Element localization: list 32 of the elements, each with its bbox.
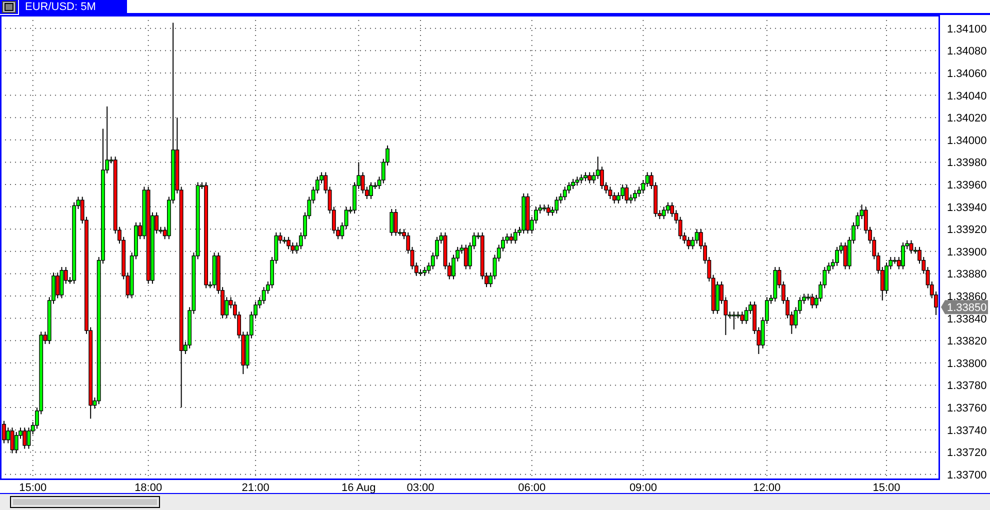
time-axis-label: 12:00 — [753, 482, 781, 493]
price-axis-label: 1.33740 — [947, 424, 987, 437]
price-axis-label: 1.33940 — [947, 202, 987, 214]
price-axis-label: 1.33780 — [947, 380, 987, 392]
time-axis-label: 18:00 — [134, 482, 162, 493]
time-axis-label: 03:00 — [406, 482, 434, 493]
price-axis-label: 1.33720 — [947, 447, 987, 460]
price-axis-label: 1.33820 — [947, 336, 987, 348]
price-axis-label: 1.34060 — [947, 68, 987, 80]
time-axis-label: 16 Aug — [342, 482, 376, 493]
price-axis-label: 1.33920 — [947, 224, 987, 236]
time-axis-label: 15:00 — [872, 482, 900, 493]
price-axis-label: 1.34080 — [947, 46, 987, 58]
price-axis-label: 1.33760 — [947, 402, 987, 415]
price-axis-label: 1.33980 — [947, 157, 987, 170]
price-axis-label: 1.33700 — [947, 469, 987, 482]
price-axis-label: 1.33960 — [947, 180, 987, 192]
time-axis-label: 06:00 — [518, 482, 546, 493]
price-axis-label: 1.33840 — [947, 313, 987, 326]
time-axis-label: 21:00 — [242, 482, 270, 493]
current-price-marker: 1.33850 — [941, 300, 988, 314]
chart-tab[interactable]: EUR/USD: 5M — [19, 0, 127, 15]
price-axis-label: 1.34020 — [947, 112, 987, 125]
price-axis-label: 1.34000 — [947, 134, 987, 147]
time-axis-label: 15:00 — [19, 482, 47, 493]
price-axis-label: 1.34040 — [947, 90, 987, 102]
price-axis-label: 1.34100 — [947, 23, 987, 36]
price-axis-label: 1.33900 — [947, 246, 987, 258]
price-axis-label: 1.33860 — [947, 291, 987, 303]
price-axis-label: 1.33880 — [947, 268, 987, 281]
price-axis-label: 1.33800 — [947, 358, 987, 370]
time-axis-label: 09:00 — [629, 482, 657, 493]
